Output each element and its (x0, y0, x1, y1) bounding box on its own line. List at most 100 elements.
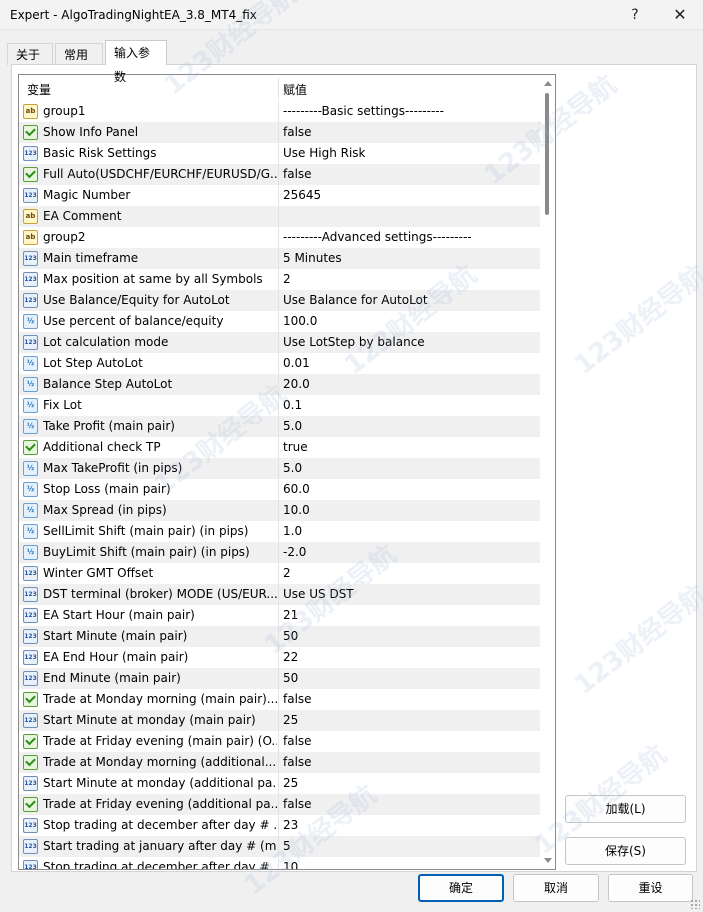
parameter-row[interactable]: 123 Max position at same by all Symbols 2 (19, 269, 540, 290)
parameter-value[interactable]: 10 (283, 860, 537, 869)
parameter-row[interactable]: 123 Basic Risk Settings Use High Risk (19, 143, 540, 164)
resize-grip-icon[interactable] (690, 899, 700, 909)
inputs-list[interactable]: 变量 赋值 ab group1 ---------Basic settings---… (18, 74, 556, 870)
parameter-value[interactable]: 2 (283, 272, 537, 286)
parameter-value[interactable]: Use Balance for AutoLot (283, 293, 537, 307)
vertical-scrollbar[interactable] (540, 75, 555, 869)
parameter-value[interactable]: false (283, 734, 537, 748)
parameter-row[interactable]: 123 Start Minute (main pair) 50 (19, 626, 540, 647)
parameter-value[interactable]: 20.0 (283, 377, 537, 391)
parameter-row[interactable]: Trade at Monday morning (main pair)... fa… (19, 689, 540, 710)
help-button[interactable]: ? (620, 4, 650, 26)
header-value[interactable]: 赋值 (283, 81, 307, 98)
parameter-row[interactable]: 123 Stop trading at december after day # … (19, 857, 540, 869)
load-button[interactable]: 加载(L) (565, 795, 686, 823)
parameter-value[interactable]: Use High Risk (283, 146, 537, 160)
parameter-value[interactable]: false (283, 755, 537, 769)
parameter-value[interactable]: Use US DST (283, 587, 537, 601)
parameter-row[interactable]: 123 Lot calculation mode Use LotStep by ba… (19, 332, 540, 353)
parameter-value[interactable]: 25645 (283, 188, 537, 202)
bool-type-icon (23, 692, 38, 707)
parameter-value[interactable]: 5 Minutes (283, 251, 537, 265)
parameter-row[interactable]: ½ Max Spread (in pips) 10.0 (19, 500, 540, 521)
parameter-value[interactable]: 23 (283, 818, 537, 832)
parameter-row[interactable]: 123 Start trading at january after day # … (19, 836, 540, 857)
parameter-value[interactable]: 50 (283, 629, 537, 643)
parameter-row[interactable]: ab group2 ---------Advanced settings------… (19, 227, 540, 248)
scroll-up-icon[interactable] (544, 81, 552, 86)
scroll-thumb[interactable] (545, 93, 549, 215)
parameter-value[interactable]: 0.01 (283, 356, 537, 370)
column-divider (278, 836, 279, 857)
parameter-row[interactable]: ½ Fix Lot 0.1 (19, 395, 540, 416)
header-variable[interactable]: 变量 (27, 81, 51, 98)
header-divider[interactable] (278, 78, 279, 98)
parameter-value[interactable]: false (283, 797, 537, 811)
parameter-row[interactable]: ab group1 ---------Basic settings--------- (19, 101, 540, 122)
parameter-value[interactable]: 0.1 (283, 398, 537, 412)
parameter-row[interactable]: ½ Stop Loss (main pair) 60.0 (19, 479, 540, 500)
parameter-row[interactable]: 123 EA End Hour (main pair) 22 (19, 647, 540, 668)
parameter-row[interactable]: Additional check TP true (19, 437, 540, 458)
parameter-name: Full Auto(USDCHF/EURCHF/EURUSD/G... (43, 167, 277, 181)
parameter-value[interactable]: ---------Basic settings--------- (283, 104, 537, 118)
parameter-value[interactable]: 2 (283, 566, 537, 580)
parameter-row[interactable]: ½ Balance Step AutoLot 20.0 (19, 374, 540, 395)
parameter-row[interactable]: Trade at Friday evening (additional pa..… (19, 794, 540, 815)
parameter-row[interactable]: ½ Use percent of balance/equity 100.0 (19, 311, 540, 332)
reset-button[interactable]: 重设 (608, 874, 693, 902)
parameter-row[interactable]: Trade at Monday morning (additional... fa… (19, 752, 540, 773)
parameter-row[interactable]: ½ Max TakeProfit (in pips) 5.0 (19, 458, 540, 479)
parameter-row[interactable]: Trade at Friday evening (main pair) (O..… (19, 731, 540, 752)
integer-type-icon: 123 (23, 293, 38, 308)
parameter-value[interactable]: 25 (283, 776, 537, 790)
parameter-value[interactable]: 1.0 (283, 524, 537, 538)
parameter-row[interactable]: ab EA Comment (19, 206, 540, 227)
parameter-value[interactable]: ---------Advanced settings--------- (283, 230, 537, 244)
parameter-row[interactable]: 123 Winter GMT Offset 2 (19, 563, 540, 584)
bool-type-icon (23, 797, 38, 812)
parameter-row[interactable]: 123 Stop trading at december after day # … (19, 815, 540, 836)
parameter-value[interactable]: false (283, 692, 537, 706)
string-type-icon: ab (23, 209, 38, 224)
parameter-value[interactable]: 25 (283, 713, 537, 727)
parameter-row[interactable]: Full Auto(USDCHF/EURCHF/EURUSD/G... false (19, 164, 540, 185)
close-button[interactable]: ✕ (665, 4, 695, 26)
parameter-value[interactable]: 100.0 (283, 314, 537, 328)
parameter-value[interactable]: 10.0 (283, 503, 537, 517)
save-button[interactable]: 保存(S) (565, 837, 686, 865)
tab-inputs[interactable]: 输入参数 (105, 40, 167, 84)
parameter-value[interactable]: 60.0 (283, 482, 537, 496)
parameter-value[interactable]: 22 (283, 650, 537, 664)
cancel-button[interactable]: 取消 (513, 874, 599, 902)
parameter-row[interactable]: ½ SellLimit Shift (main pair) (in pips) 1.… (19, 521, 540, 542)
parameter-value[interactable]: 50 (283, 671, 537, 685)
parameter-value[interactable]: Use LotStep by balance (283, 335, 537, 349)
parameter-row[interactable]: 123 EA Start Hour (main pair) 21 (19, 605, 540, 626)
parameter-row[interactable]: 123 Magic Number 25645 (19, 185, 540, 206)
parameter-value[interactable]: -2.0 (283, 545, 537, 559)
parameter-value[interactable]: true (283, 440, 537, 454)
parameter-row[interactable]: 123 Use Balance/Equity for AutoLot Use Bal… (19, 290, 540, 311)
parameter-row[interactable]: 123 Start Minute at monday (main pair) 25 (19, 710, 540, 731)
parameter-row[interactable]: 123 DST terminal (broker) MODE (US/EUR...… (19, 584, 540, 605)
parameter-row[interactable]: 123 Start Minute at monday (additional pa… (19, 773, 540, 794)
parameter-row[interactable]: ½ BuyLimit Shift (main pair) (in pips) -2.… (19, 542, 540, 563)
parameter-row[interactable]: ½ Lot Step AutoLot 0.01 (19, 353, 540, 374)
tab-common[interactable]: 常用 (55, 43, 103, 65)
parameter-value[interactable]: 5.0 (283, 461, 537, 475)
parameter-row[interactable]: 123 Main timeframe 5 Minutes (19, 248, 540, 269)
column-divider (278, 731, 279, 752)
parameter-value[interactable]: 5 (283, 839, 537, 853)
parameter-value[interactable]: 21 (283, 608, 537, 622)
parameter-row[interactable]: Show Info Panel false (19, 122, 540, 143)
parameter-row[interactable]: ½ Take Profit (main pair) 5.0 (19, 416, 540, 437)
ok-button[interactable]: 确定 (418, 874, 504, 902)
tab-about[interactable]: 关于 (7, 43, 53, 65)
parameter-value[interactable]: false (283, 125, 537, 139)
scroll-down-icon[interactable] (544, 858, 552, 863)
parameter-value[interactable]: false (283, 167, 537, 181)
parameter-row[interactable]: 123 End Minute (main pair) 50 (19, 668, 540, 689)
parameter-value[interactable]: 5.0 (283, 419, 537, 433)
parameter-name: Lot calculation mode (43, 335, 169, 349)
